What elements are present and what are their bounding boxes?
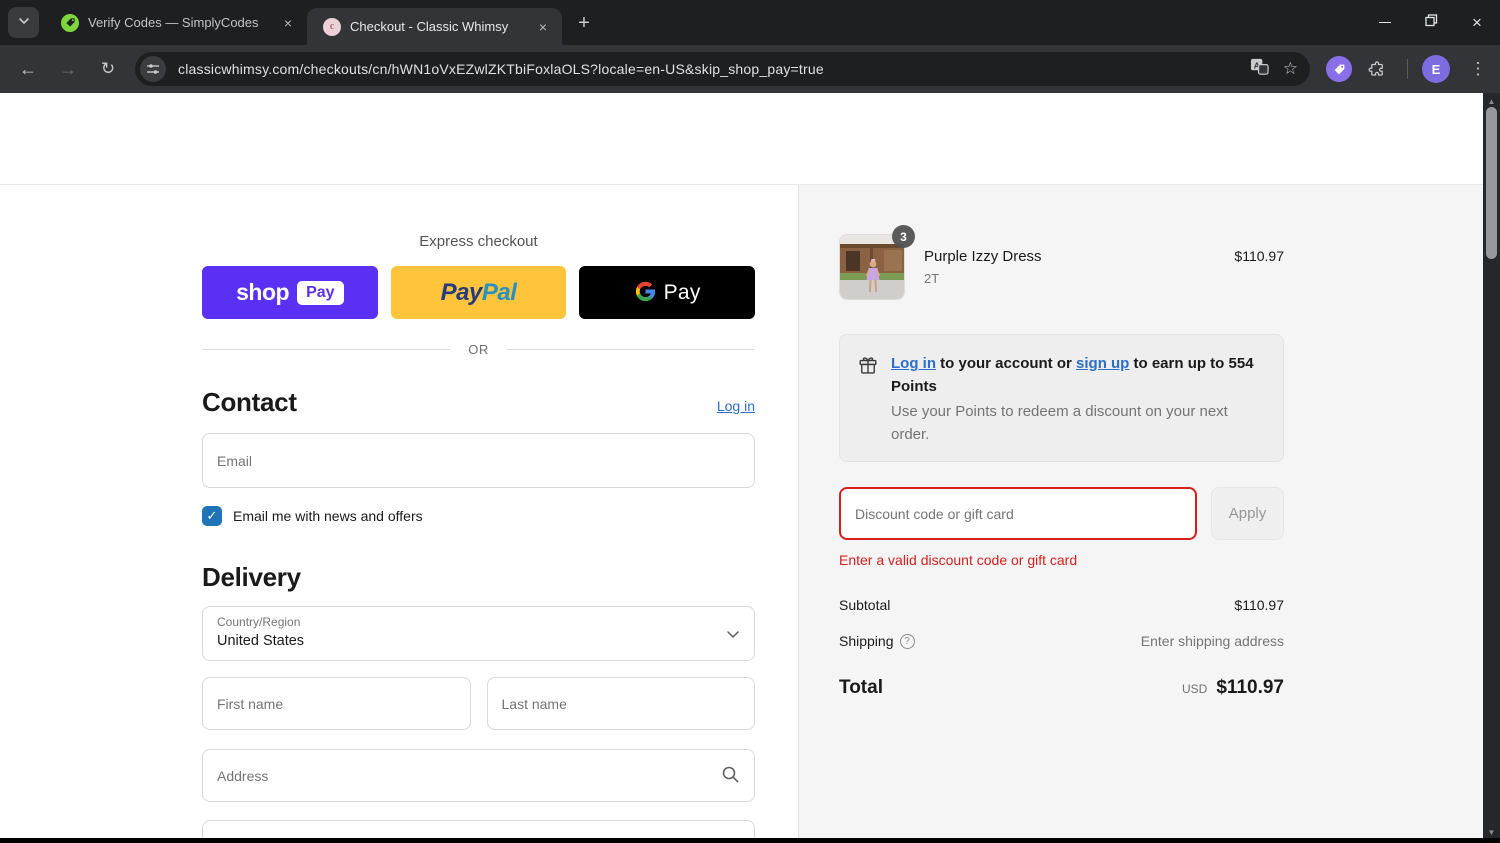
newsletter-checkbox[interactable]: ✓: [202, 506, 222, 526]
checkout-main: Express checkout shop Pay Pay Pal Pay OR…: [0, 185, 798, 843]
tab-checkout-classic-whimsy[interactable]: c Checkout - Classic Whimsy ×: [307, 8, 562, 45]
scroll-up-icon[interactable]: ▲: [1483, 94, 1500, 108]
tab-title: Verify Codes — SimplyCodes: [88, 15, 259, 30]
subtotal-value: $110.97: [1234, 597, 1284, 613]
country-select[interactable]: Country/Region United States: [202, 606, 755, 661]
bookmark-star-icon[interactable]: ☆: [1283, 59, 1298, 79]
first-name-input[interactable]: [202, 677, 471, 730]
chevron-down-icon: [726, 627, 740, 646]
scrollbar-thumb[interactable]: [1486, 107, 1497, 259]
window-controls: ×: [1362, 0, 1500, 45]
shipping-value: Enter shipping address: [1140, 633, 1284, 649]
new-tab-button[interactable]: +: [570, 9, 598, 37]
shop-pay-button[interactable]: shop Pay: [202, 266, 378, 319]
close-window-button[interactable]: ×: [1454, 0, 1500, 45]
forward-button[interactable]: →: [52, 53, 84, 85]
shop-pay-logo: shop: [236, 279, 290, 305]
restore-button[interactable]: [1408, 0, 1454, 45]
total-label: Total: [839, 677, 883, 698]
shipping-help-icon[interactable]: ?: [899, 633, 915, 649]
browser-titlebar: Verify Codes — SimplyCodes × c Checkout …: [0, 0, 1500, 45]
country-label: Country/Region: [217, 615, 301, 629]
browser-menu-icon[interactable]: ⋮: [1462, 53, 1494, 85]
browser-window: Verify Codes — SimplyCodes × c Checkout …: [0, 0, 1500, 843]
url-text[interactable]: classicwhimsy.com/checkouts/cn/hWN1oVxEZ…: [178, 61, 1250, 77]
express-checkout-label: Express checkout: [419, 233, 538, 250]
tab-close-icon[interactable]: ×: [279, 14, 297, 32]
google-pay-button[interactable]: Pay: [579, 266, 756, 319]
points-banner-headline: Log in to your account or sign up to ear…: [891, 355, 1254, 395]
tab-close-icon[interactable]: ×: [534, 18, 552, 36]
search-icon: [720, 764, 741, 790]
back-button[interactable]: ←: [12, 53, 44, 85]
taskbar-edge: [0, 838, 1500, 843]
currency-code: USD: [1182, 682, 1208, 696]
classic-whimsy-favicon-icon: c: [323, 17, 341, 36]
points-banner-description: Use your Points to redeem a discount on …: [891, 403, 1228, 443]
banner-signup-link[interactable]: sign up: [1076, 355, 1129, 372]
browser-toolbar: ← → ↻ classicwhimsy.com/checkouts/cn/hWN…: [0, 45, 1500, 93]
close-icon: ×: [1472, 13, 1482, 32]
last-name-input[interactable]: [486, 677, 755, 730]
toolbar-divider: [1407, 59, 1408, 79]
google-g-icon: [634, 280, 657, 306]
product-variant: 2T: [924, 271, 940, 286]
tab-title: Checkout - Classic Whimsy: [350, 19, 509, 34]
subtotal-label: Subtotal: [839, 597, 891, 613]
express-pay-buttons: shop Pay Pay Pal Pay: [202, 266, 756, 319]
cart-line-item: 3 Purple Izzy Dress $110.97 2T: [839, 225, 1284, 300]
discount-code-input[interactable]: [839, 487, 1197, 540]
restore-icon: [1424, 13, 1438, 32]
page-scrollbar[interactable]: ▲ ▼: [1483, 93, 1500, 843]
or-divider: OR: [202, 342, 755, 357]
chevron-down-icon: [18, 14, 30, 32]
simplycodes-favicon-icon: [61, 13, 79, 32]
address-input[interactable]: [202, 749, 755, 802]
store-header: classic ♥Whimsy: [0, 93, 1483, 251]
points-banner: Log in to your account or sign up to ear…: [839, 334, 1284, 462]
delivery-heading: Delivery: [202, 562, 301, 592]
site-settings-icon[interactable]: [140, 56, 166, 82]
address-bar[interactable]: classicwhimsy.com/checkouts/cn/hWN1oVxEZ…: [135, 52, 1310, 86]
translate-icon[interactable]: A: [1250, 57, 1269, 81]
login-link[interactable]: Log in: [717, 398, 755, 414]
banner-login-link[interactable]: Log in: [891, 355, 936, 372]
tab-search-button[interactable]: [8, 7, 39, 38]
total-value: $110.97: [1216, 677, 1284, 698]
paypal-button[interactable]: Pay Pal: [390, 266, 567, 319]
shipping-label: Shipping: [839, 633, 894, 649]
quantity-badge: 3: [892, 225, 915, 248]
scroll-down-icon[interactable]: ▼: [1483, 825, 1500, 839]
discount-error-message: Enter a valid discount code or gift card: [839, 552, 1078, 568]
contact-heading: Contact: [202, 387, 297, 417]
extensions-puzzle-icon[interactable]: [1364, 56, 1390, 82]
product-price: $110.97: [1234, 248, 1284, 264]
minimize-button[interactable]: [1362, 0, 1408, 45]
paypal-logo: Pay: [440, 278, 483, 306]
tab-simplycodes[interactable]: Verify Codes — SimplyCodes ×: [45, 0, 307, 45]
simplycodes-extension-icon[interactable]: [1326, 56, 1352, 82]
reload-button[interactable]: ↻: [92, 53, 124, 85]
minimize-icon: [1379, 22, 1391, 23]
order-summary-panel: 3 Purple Izzy Dress $110.97 2T Log in to…: [798, 185, 1483, 843]
country-value: United States: [217, 633, 305, 649]
product-name: Purple Izzy Dress: [924, 248, 1042, 265]
email-input[interactable]: [202, 433, 755, 488]
gift-icon: [857, 352, 879, 446]
newsletter-label: Email me with news and offers: [233, 508, 423, 524]
apply-discount-button[interactable]: Apply: [1211, 487, 1284, 540]
profile-avatar[interactable]: E: [1422, 55, 1450, 83]
